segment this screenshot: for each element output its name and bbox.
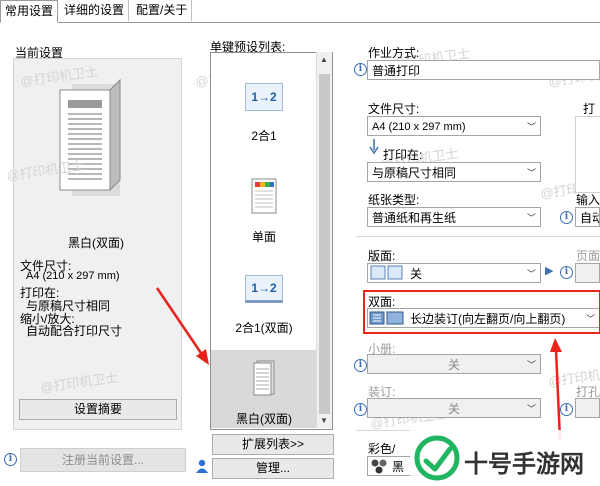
brand-badge: 十号手游网 (410, 430, 600, 486)
annotation-arrows (155, 287, 562, 441)
brand-logo-icon (414, 435, 460, 481)
brand-name: 十号手游网 (464, 451, 584, 478)
